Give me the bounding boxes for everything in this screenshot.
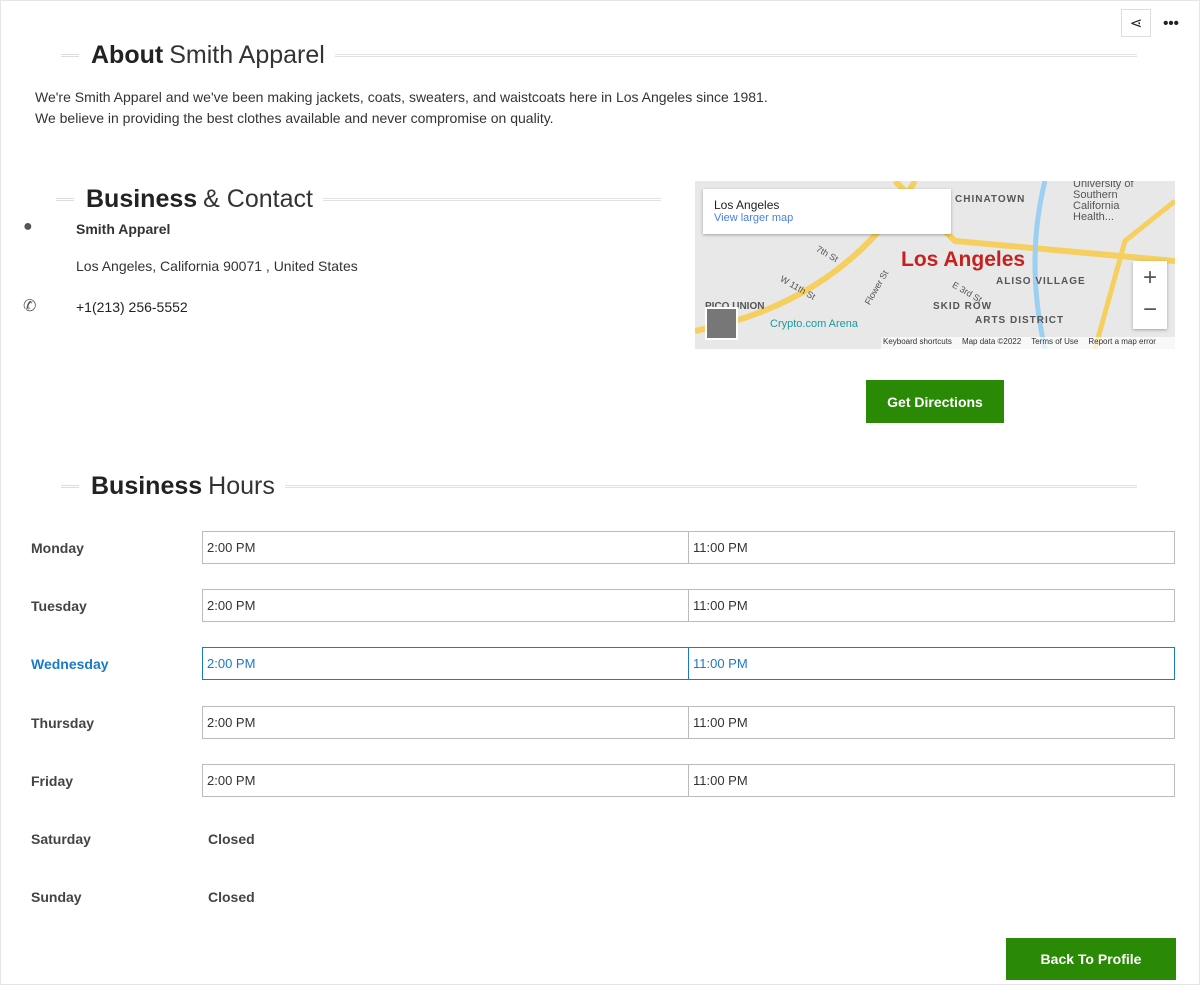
phone-icon: ✆: [23, 298, 37, 315]
business-address: Los Angeles, California 90071 , United S…: [76, 258, 358, 274]
heading-bold: Business: [86, 184, 198, 213]
day-label: Saturday: [31, 831, 91, 847]
day-label: Friday: [31, 772, 74, 789]
map-label: ALISO VILLAGE: [996, 276, 1086, 287]
close-time-field[interactable]: 11:00 PM: [688, 647, 1175, 681]
map-label: ARTS DISTRICT: [975, 315, 1065, 326]
open-time-field[interactable]: 2:00 PM: [202, 763, 689, 797]
back-to-profile-button[interactable]: Back To Profile: [1006, 938, 1176, 980]
contact-heading: Business & Contact: [56, 184, 661, 214]
hours-heading: Business Hours: [61, 471, 1137, 501]
map-data: Map data ©2022: [961, 337, 1022, 346]
map-satellite-thumbnail[interactable]: [705, 307, 738, 340]
day-label: Monday: [31, 540, 84, 556]
business-phone[interactable]: +1(213) 256-5552: [76, 299, 188, 315]
map[interactable]: 7th St W 11th St Flower St E 3rd St Los …: [695, 181, 1175, 349]
map-info-card: Los Angeles View larger map: [703, 189, 951, 234]
map-city-label: Los Angeles: [901, 248, 1026, 271]
more-button[interactable]: •••: [1156, 9, 1186, 37]
heading-bold: About: [91, 40, 164, 69]
share-button[interactable]: ⋖: [1121, 9, 1151, 37]
get-directions-button[interactable]: Get Directions: [866, 380, 1004, 423]
close-time-field[interactable]: 11:00 PM: [688, 589, 1175, 623]
zoom-in-button[interactable]: +: [1133, 261, 1167, 295]
day-label: Sunday: [31, 889, 82, 906]
location-pin-icon: ●: [23, 218, 33, 235]
map-label: University of Southern California Health…: [1073, 181, 1134, 223]
about-heading: About Smith Apparel: [61, 40, 1137, 70]
map-label: Crypto.com Arena: [770, 318, 859, 330]
day-label: Wednesday: [31, 656, 109, 673]
close-time-field[interactable]: 11:00 PM: [688, 705, 1175, 739]
more-icon: •••: [1163, 14, 1179, 32]
open-time-field[interactable]: 2:00 PM: [202, 531, 689, 564]
close-time-field[interactable]: 11:00 PM: [688, 763, 1175, 797]
day-label: Tuesday: [31, 598, 87, 615]
map-zoom-controls: + −: [1133, 261, 1167, 329]
map-place: Los Angeles: [714, 198, 780, 212]
open-time-field[interactable]: 2:00 PM: [202, 647, 689, 681]
zoom-out-button[interactable]: −: [1133, 295, 1167, 329]
terms-link[interactable]: Terms of Use: [1031, 337, 1078, 349]
open-time-field[interactable]: 2:00 PM: [202, 589, 689, 623]
heading-light: Smith Apparel: [169, 40, 325, 69]
closed-status: Closed: [208, 831, 255, 847]
about-line: We believe in providing the best clothes…: [35, 110, 554, 126]
report-error-link[interactable]: Report a map error: [1088, 337, 1156, 349]
about-line: We're Smith Apparel and we've been makin…: [35, 89, 768, 105]
business-name: Smith Apparel: [76, 221, 171, 237]
about-text: We're Smith Apparel and we've been makin…: [35, 87, 768, 129]
day-label: Thursday: [31, 714, 95, 731]
heading-light: & Contact: [203, 184, 313, 213]
map-label: CHINATOWN: [955, 194, 1026, 205]
heading-light: Hours: [208, 471, 275, 500]
open-time-field[interactable]: 2:00 PM: [202, 705, 689, 739]
map-label: SKID ROW: [933, 301, 993, 312]
view-larger-map-link[interactable]: View larger map: [714, 212, 940, 224]
close-time-field[interactable]: 11:00 PM: [688, 531, 1175, 564]
closed-status: Closed: [208, 889, 255, 906]
heading-bold: Business: [91, 471, 203, 500]
share-icon: ⋖: [1129, 15, 1143, 32]
keyboard-shortcuts-link[interactable]: Keyboard shortcuts: [883, 337, 952, 349]
map-footer: Keyboard shortcuts Map data ©2022 Terms …: [881, 337, 1175, 349]
